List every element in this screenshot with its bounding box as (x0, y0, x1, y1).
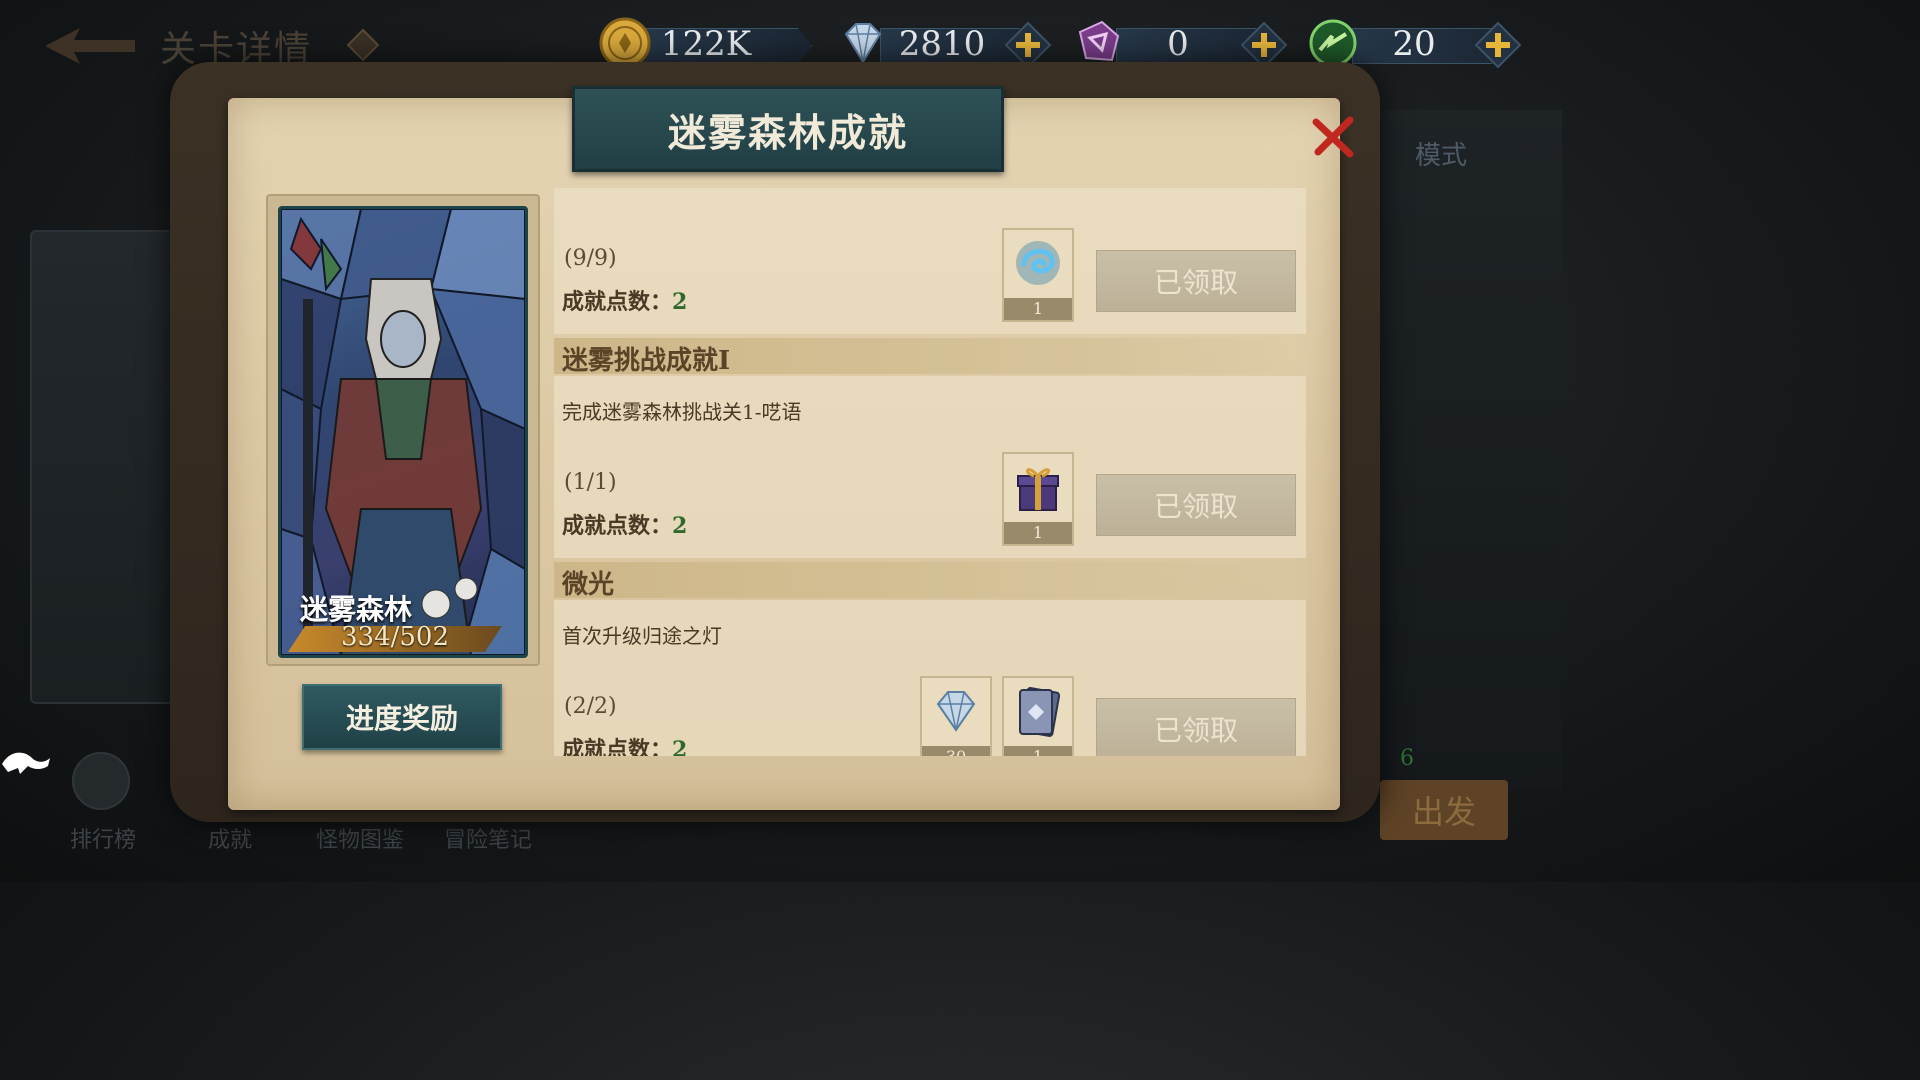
item-count: (2/2) (564, 694, 617, 719)
reward-quantity: 1 (1004, 298, 1072, 320)
points-label: 成就点数： (562, 513, 673, 539)
points-value: 2 (672, 289, 688, 315)
nav-adventure-notes: 冒险笔记 (444, 828, 533, 853)
background-panel (1360, 110, 1562, 790)
points-label: 成就点数： (562, 737, 673, 756)
gold-value: 122K (660, 24, 752, 64)
reward-slot[interactable]: 1 (1002, 676, 1074, 756)
area-progress-text: 334/502 (340, 622, 449, 652)
close-icon[interactable] (1308, 112, 1358, 162)
energy-value: 20 (1392, 24, 1436, 64)
blue-swirl-icon (1010, 234, 1066, 292)
background-card (30, 230, 174, 704)
progress-reward-button[interactable]: 进度奖励 (302, 684, 502, 750)
nav-leaderboard: 排行榜 (70, 828, 137, 853)
diamond-value: 2810 (898, 24, 986, 64)
lizard-icon (0, 740, 52, 780)
go-button: 出发 (1380, 780, 1508, 840)
avatar (72, 752, 130, 810)
reward-quantity: 1 (1004, 522, 1072, 544)
item-points: 成就点数：2 (562, 284, 687, 316)
item-description: 完成迷雾森林挑战关1-呓语 (562, 400, 802, 424)
gem-icon (346, 28, 380, 62)
item-count: (9/9) (564, 246, 617, 271)
claimed-button: 已领取 (1096, 698, 1296, 756)
card-pack-icon (1010, 682, 1066, 740)
crystal-value: 0 (1167, 24, 1189, 64)
add-energy-button[interactable] (1474, 21, 1522, 69)
nav-achievements: 成就 (208, 828, 253, 853)
reward-slot[interactable]: 1 (1002, 452, 1074, 546)
back-arrow-icon[interactable] (40, 22, 140, 70)
item-count: (1/1) (564, 470, 617, 495)
item-header: 微光 (554, 562, 1306, 600)
reward-quantity: 30 (922, 746, 990, 756)
reward-slot[interactable]: 30 (920, 676, 992, 756)
gift-box-icon (1010, 458, 1066, 516)
item-description: 首次升级归途之灯 (562, 624, 722, 648)
points-value: 2 (672, 737, 688, 756)
item-title: 迷雾挑战成就Ⅰ (562, 346, 731, 376)
item-points: 成就点数：2 (562, 732, 687, 756)
nav-monster-codex: 怪物图鉴 (316, 828, 405, 853)
item-title: 微光 (562, 570, 615, 600)
points-label: 成就点数： (562, 289, 673, 315)
reward-quantity: 1 (1004, 746, 1072, 756)
points-value: 2 (672, 513, 688, 539)
claimed-button: 已领取 (1096, 474, 1296, 536)
achievement-list[interactable]: (9/9) 成就点数：2 1 已领取 迷雾挑战成就Ⅰ 完成迷雾森林挑战关1-呓语… (546, 188, 1306, 756)
item-header: 迷雾挑战成就Ⅰ (554, 338, 1306, 376)
dialog-title: 迷雾森林成就 (667, 109, 908, 155)
item-points: 成就点数：2 (562, 508, 687, 540)
diamond-icon (928, 682, 984, 740)
go-count: 6 (1400, 746, 1414, 771)
dialog-title-banner: 迷雾森林成就 (572, 86, 1004, 172)
mode-label: 模式 (1415, 141, 1468, 171)
claimed-button: 已领取 (1096, 250, 1296, 312)
reward-slot[interactable]: 1 (1002, 228, 1074, 322)
